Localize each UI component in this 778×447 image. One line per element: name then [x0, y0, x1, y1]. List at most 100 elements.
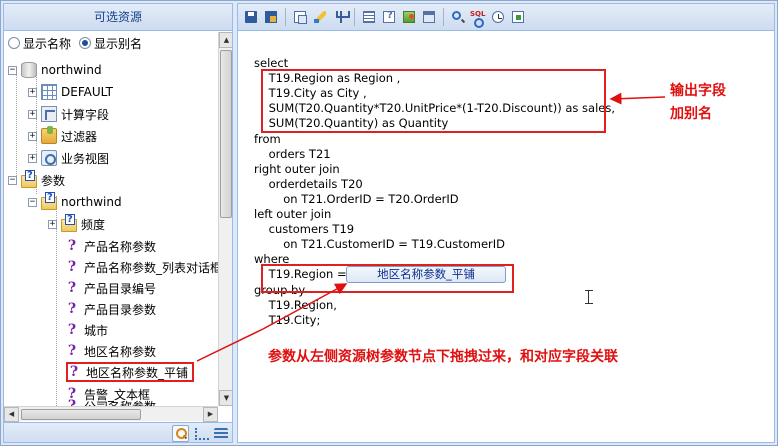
brush-icon — [314, 11, 326, 23]
resource-panel: 可选资源 显示名称 显示别名 − northwind + DEFAULT + 计… — [3, 3, 233, 443]
tree-node-param[interactable]: ? 城市 — [66, 320, 108, 340]
tree-node-label: 频度 — [81, 217, 106, 232]
tree-vertical-scrollbar[interactable]: ▲ ▼ — [218, 32, 232, 406]
expand-toggle[interactable]: + — [48, 219, 57, 229]
tree-node-label: 计算字段 — [61, 107, 110, 122]
sql-line: on T21.CustomerID = T19.CustomerID — [254, 237, 506, 252]
properties-button[interactable] — [360, 8, 378, 26]
tree-view-icon[interactable] — [193, 425, 210, 442]
tree-node-param[interactable]: ? 产品目录编号 — [66, 278, 156, 298]
clock-icon — [492, 11, 504, 23]
sql-line: on T21.OrderID = T20.OrderID — [254, 191, 459, 206]
expand-toggle[interactable]: + — [28, 153, 37, 163]
tree-node-northwind[interactable]: − northwind — [8, 60, 102, 80]
editor-toolbar: SQL — [238, 4, 774, 31]
sql-button[interactable]: SQL — [469, 8, 487, 28]
tree-guide — [16, 72, 17, 182]
collapse-toggle[interactable]: − — [8, 65, 17, 75]
resource-panel-title: 可选资源 — [4, 4, 232, 31]
sql-line: customers T19 — [254, 222, 355, 237]
option-show-alias[interactable]: 显示别名 — [79, 35, 142, 52]
toolbar-separator — [285, 8, 286, 26]
where-parameter-field[interactable]: 地区名称参数_平铺 — [346, 266, 506, 283]
parameter-folder-icon — [41, 192, 57, 210]
table-icon — [41, 84, 57, 100]
tree-node-param-selected[interactable]: ? 地区名称参数_平铺 — [66, 362, 195, 382]
tree-node-param[interactable]: ? 产品名称参数_列表对话框 — [66, 257, 218, 277]
radio-checked-icon[interactable] — [79, 37, 92, 49]
fork-icon — [336, 11, 350, 23]
collapse-toggle[interactable]: − — [28, 197, 37, 207]
scroll-thumb[interactable] — [220, 50, 232, 218]
resource-tree: − northwind + DEFAULT + 计算字段 + 过滤器 + 业务视… — [4, 56, 218, 406]
run-icon — [512, 11, 524, 23]
database-icon — [21, 62, 37, 78]
tree-node-frequency[interactable]: + 频度 — [48, 214, 105, 234]
save-as-button[interactable] — [262, 8, 280, 26]
tree-node-business-views[interactable]: + 业务视图 — [28, 148, 109, 168]
tree-node-label: DEFAULT — [61, 85, 113, 99]
tree-node-param[interactable]: ? 产品目录参数 — [66, 299, 156, 319]
save-button[interactable] — [242, 8, 260, 26]
display-options: 显示名称 显示别名 — [4, 31, 232, 55]
format-button[interactable] — [311, 8, 329, 26]
scroll-up-arrow-icon[interactable]: ▲ — [219, 32, 232, 48]
window-button[interactable] — [420, 8, 438, 26]
tree-node-param-northwind[interactable]: − northwind — [28, 192, 122, 212]
schedule-button[interactable] — [489, 8, 507, 26]
search-icon[interactable] — [172, 425, 189, 442]
alias-annotation-line1: 输出字段 — [670, 83, 726, 99]
parameter-folder-icon — [61, 214, 77, 232]
parameter-icon: ? — [67, 322, 77, 338]
scroll-right-arrow-icon[interactable]: ▶ — [203, 407, 218, 422]
app-window: 可选资源 显示名称 显示别名 − northwind + DEFAULT + 计… — [0, 0, 778, 446]
tree-node-param[interactable]: ? 地区名称参数 — [66, 341, 156, 361]
scroll-down-arrow-icon[interactable]: ▼ — [219, 390, 232, 406]
filter-icon — [41, 126, 57, 144]
expand-toggle[interactable]: + — [28, 87, 37, 97]
collapse-toggle[interactable]: − — [8, 175, 17, 185]
business-view-icon — [41, 150, 57, 166]
parameter-folder-icon — [21, 170, 37, 188]
relation-button[interactable] — [331, 8, 350, 26]
tree-node-label: northwind — [41, 63, 102, 77]
help-button[interactable] — [380, 8, 398, 26]
image-button[interactable] — [400, 8, 418, 26]
parameter-icon: ? — [67, 398, 77, 406]
option-show-name[interactable]: 显示名称 — [8, 35, 71, 52]
tree-node-default[interactable]: + DEFAULT — [28, 82, 113, 102]
calculated-field-icon — [41, 106, 57, 122]
tree-node-filters[interactable]: + 过滤器 — [28, 126, 97, 146]
drag-annotation: 参数从左侧资源树参数节点下拖拽过来，和对应字段关联 — [268, 349, 618, 365]
copy-button[interactable] — [291, 8, 309, 26]
find-button[interactable] — [449, 8, 467, 26]
sql-icon: SQL — [470, 10, 486, 28]
tree-node-label: 地区名称参数_平铺 — [86, 365, 189, 380]
option-label: 显示名称 — [23, 36, 72, 51]
parameter-icon: ? — [67, 343, 77, 359]
list-view-icon[interactable] — [214, 427, 228, 440]
tree-node-label: 产品名称参数_列表对话框 — [84, 260, 218, 275]
tree-node-label: 城市 — [84, 323, 109, 338]
expand-toggle[interactable]: + — [28, 109, 37, 119]
alias-annotation-line2: 加别名 — [670, 106, 712, 122]
document-icon — [363, 11, 375, 23]
tree-node-calculated-fields[interactable]: + 计算字段 — [28, 104, 109, 124]
radio-icon[interactable] — [8, 37, 20, 49]
tree-node-param[interactable]: ? 产品名称参数 — [66, 236, 156, 256]
magnifier-icon — [452, 11, 461, 20]
tree-node-label: 业务视图 — [61, 151, 110, 166]
run-button[interactable] — [509, 8, 527, 26]
tree-horizontal-scrollbar[interactable]: ◀ ▶ — [4, 406, 218, 422]
scroll-left-arrow-icon[interactable]: ◀ — [4, 407, 19, 422]
toolbar-separator — [443, 8, 444, 26]
tree-node-label: 过滤器 — [61, 129, 98, 144]
tree-node-parameters[interactable]: − 参数 — [8, 170, 65, 190]
sql-line: right outer join — [254, 161, 340, 176]
toolbar-separator — [354, 8, 355, 26]
parameter-icon: ? — [67, 238, 77, 254]
tree-node-param[interactable]: ? 公司名称参数 — [66, 396, 156, 406]
expand-toggle[interactable]: + — [28, 131, 37, 141]
image-icon — [403, 11, 415, 23]
scroll-thumb[interactable] — [21, 409, 141, 420]
